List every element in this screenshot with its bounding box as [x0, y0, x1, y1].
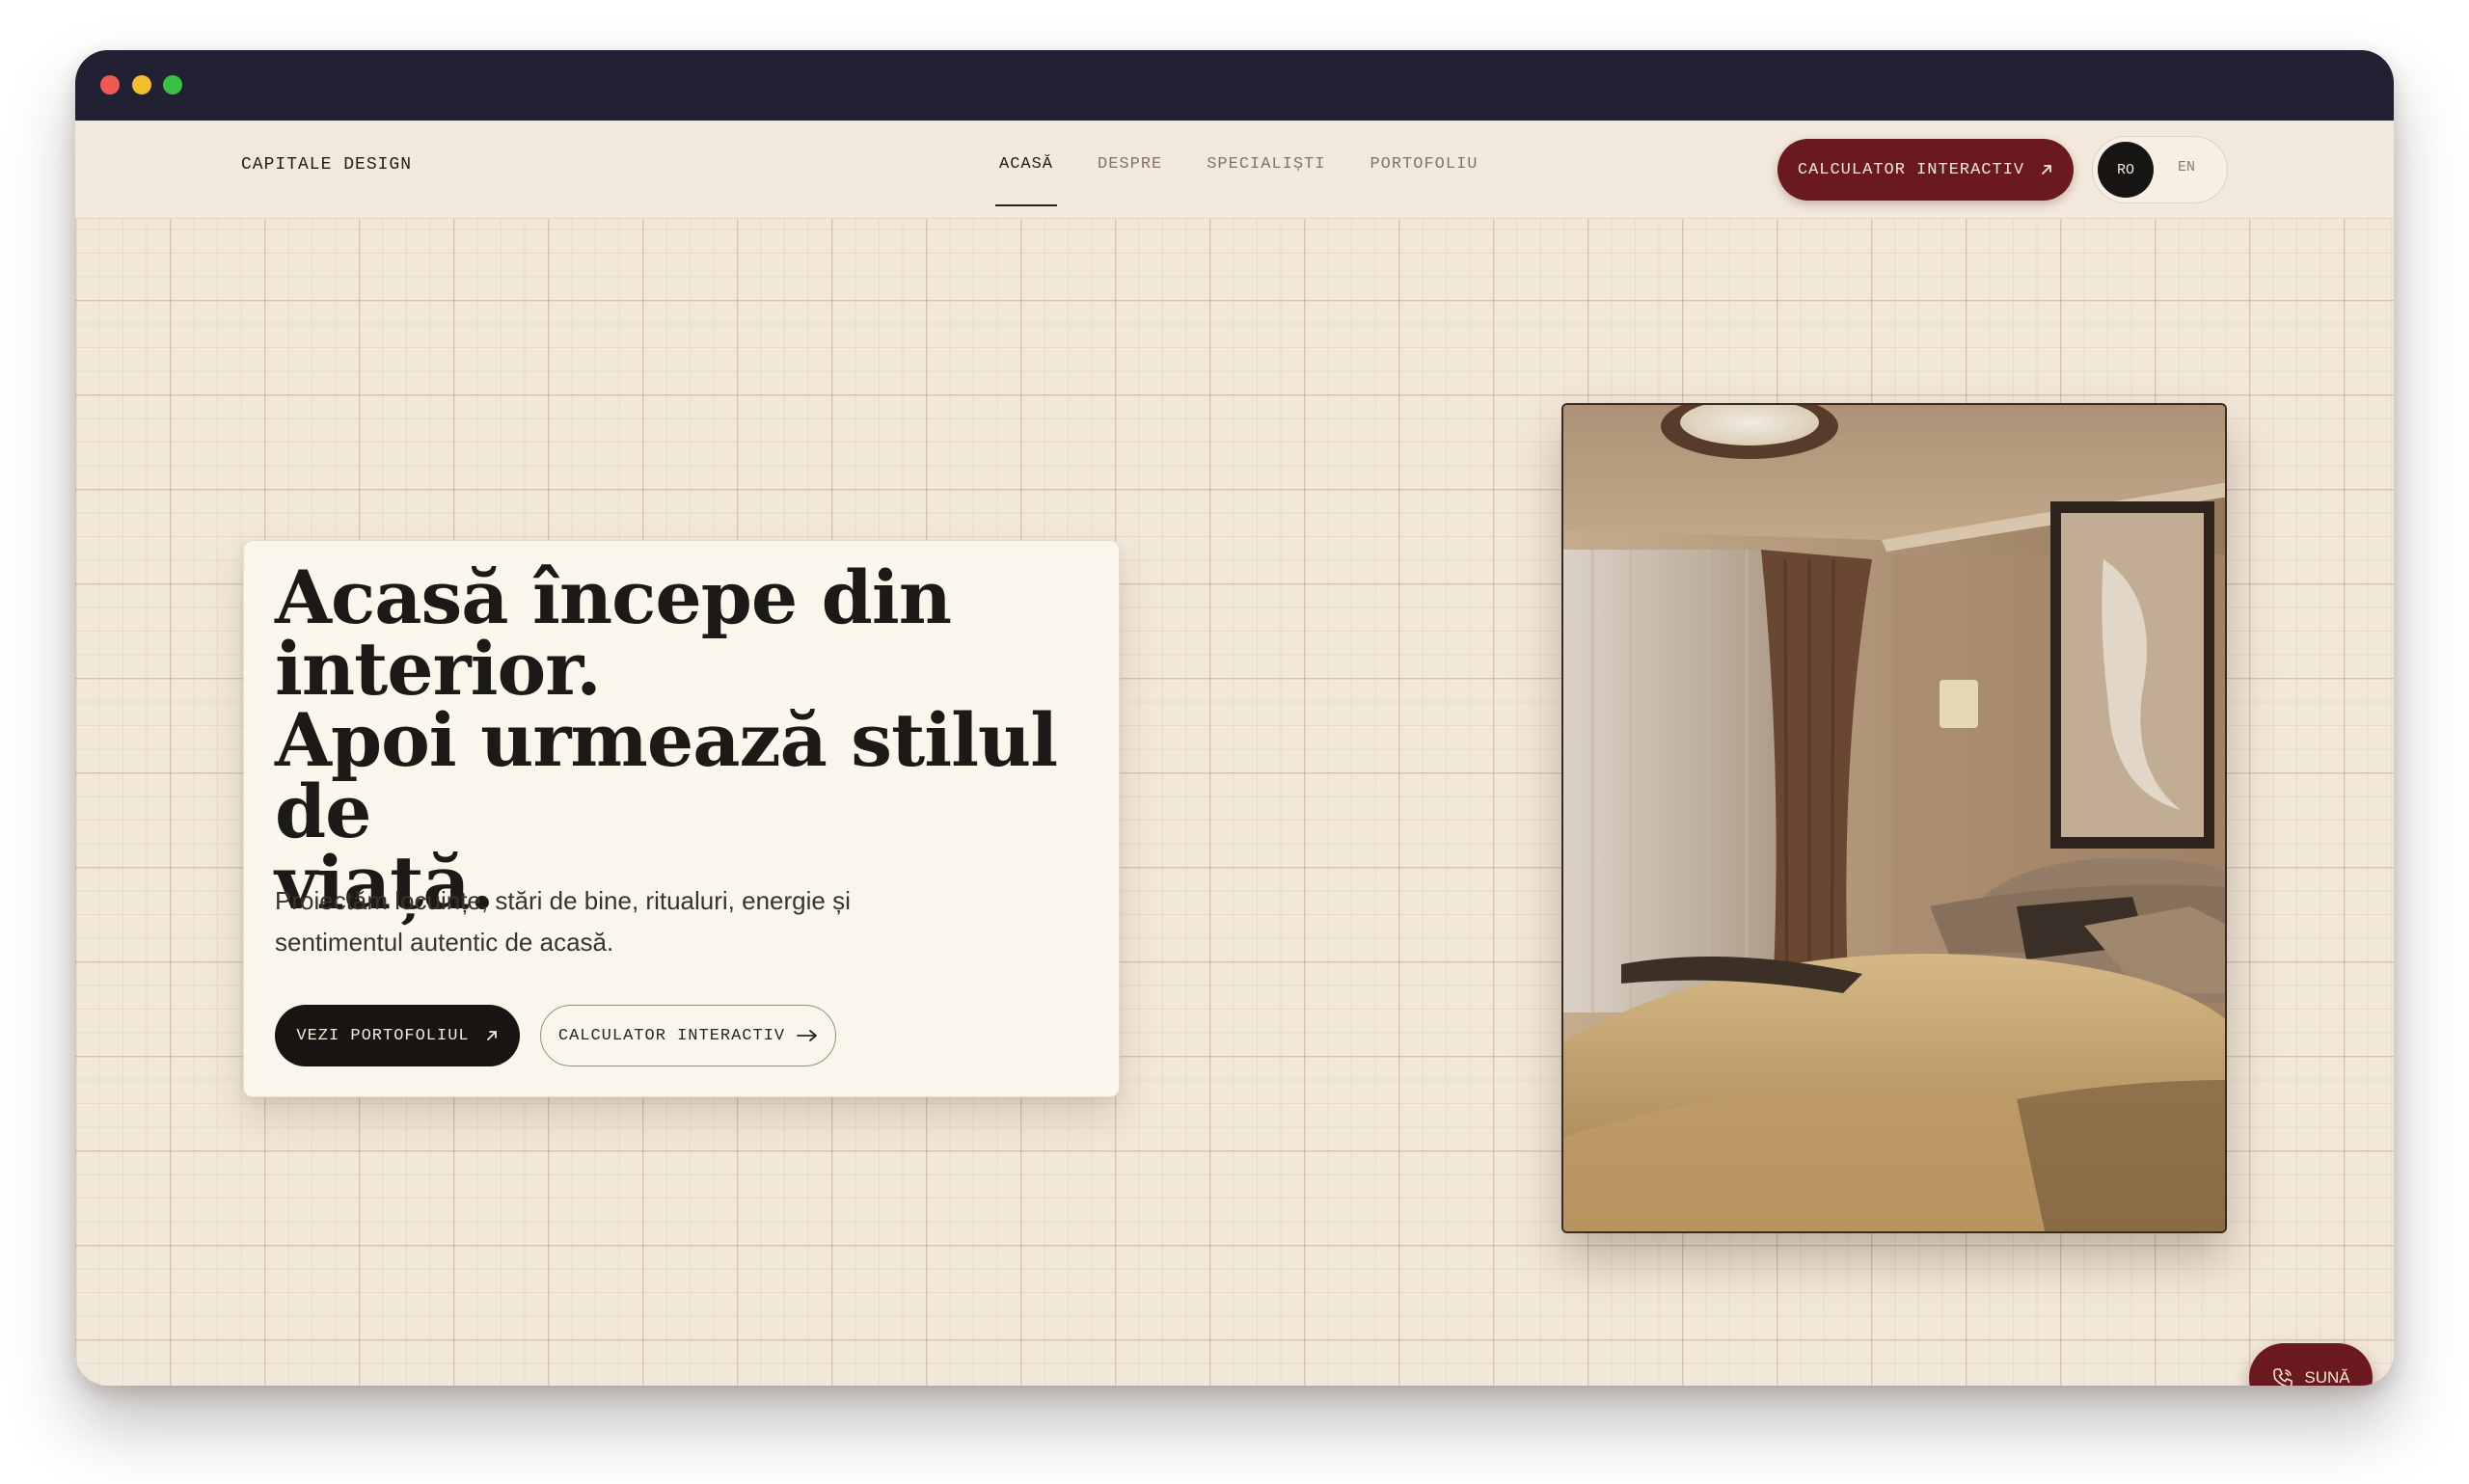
arrow-up-right-icon — [486, 1031, 497, 1040]
hero-title-line: Acasă începe din — [275, 554, 952, 640]
hero-card: Acasă începe din interior. Apoi urmează … — [243, 540, 1120, 1097]
hero-title: Acasă începe din interior. Apoi urmează … — [275, 554, 1104, 920]
call-button[interactable]: SUNĂ — [2249, 1343, 2373, 1386]
hero-subtitle: Proiectăm locuințe, stări de bine, ritua… — [275, 880, 892, 963]
top-navbar: CAPITALE DESIGN ACASĂ DESPRE SPECIALIȘTI… — [75, 121, 2394, 219]
close-window-icon[interactable] — [100, 75, 120, 94]
nav-link-acasa[interactable]: ACASĂ — [994, 155, 1058, 206]
interactive-calculator-button[interactable]: CALCULATOR INTERACTIV — [540, 1005, 836, 1066]
language-toggle[interactable]: RO EN — [2092, 136, 2228, 203]
main-nav: ACASĂ DESPRE SPECIALIȘTI PORTOFOLIU — [994, 155, 1522, 206]
hero-subtitle-line: Proiectăm locuințe, stări de bine, ritua… — [275, 886, 851, 915]
bedroom-interior-photo — [1561, 403, 2227, 1233]
call-button-label: SUNĂ — [2304, 1368, 2350, 1386]
page-content: CAPITALE DESIGN ACASĂ DESPRE SPECIALIȘTI… — [75, 121, 2394, 1386]
bedroom-illustration — [1563, 405, 2225, 1231]
lang-ro-option[interactable]: RO — [2098, 142, 2154, 198]
hero-title-line: interior. — [275, 626, 602, 712]
arrow-up-right-icon — [2042, 165, 2052, 175]
hero-subtitle-line: sentimentul autentic de acasă. — [275, 928, 614, 957]
maximize-window-icon[interactable] — [163, 75, 182, 94]
nav-link-despre[interactable]: DESPRE — [1098, 155, 1162, 174]
arrow-right-icon — [797, 1030, 818, 1041]
interactive-calculator-label: CALCULATOR INTERACTIV — [557, 1026, 786, 1045]
minimize-window-icon[interactable] — [132, 75, 151, 94]
window-titlebar — [75, 50, 2394, 121]
view-portfolio-button[interactable]: VEZI PORTOFOLIUL — [275, 1005, 520, 1066]
hero-title-line: Apoi urmează stilul de — [275, 697, 1058, 854]
phone-icon — [2273, 1368, 2293, 1386]
calculator-cta-label: CALCULATOR INTERACTIV — [1797, 160, 2025, 179]
nav-link-specialisti[interactable]: SPECIALIȘTI — [1207, 155, 1325, 174]
view-portfolio-label: VEZI PORTOFOLIUL — [296, 1026, 470, 1045]
lang-en-option[interactable]: EN — [2178, 159, 2195, 175]
calculator-cta-button[interactable]: CALCULATOR INTERACTIV — [1777, 139, 2074, 201]
brand-logo[interactable]: CAPITALE DESIGN — [241, 155, 412, 175]
nav-link-portofoliu[interactable]: PORTOFOLIU — [1370, 155, 1478, 174]
browser-window: CAPITALE DESIGN ACASĂ DESPRE SPECIALIȘTI… — [75, 50, 2394, 1386]
